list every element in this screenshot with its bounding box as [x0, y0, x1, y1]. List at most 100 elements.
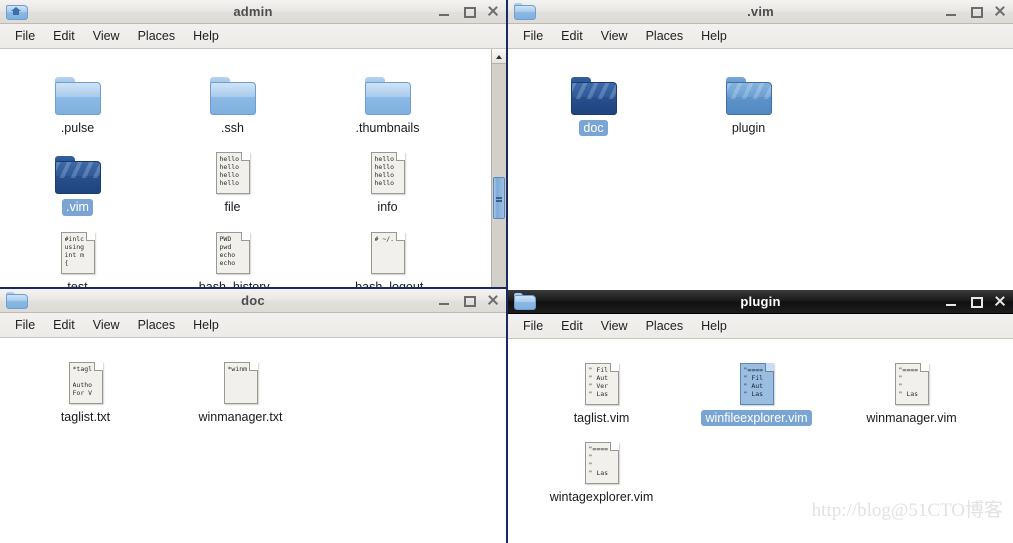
- folder-icon: [54, 77, 101, 115]
- text-file-icon: PWD pwd echo echo: [215, 231, 250, 274]
- folder-item[interactable]: plugin: [671, 57, 826, 136]
- file-preview-text: #inlc using int m {: [64, 234, 85, 267]
- file-item[interactable]: # ~/. .bash_logout: [310, 216, 465, 287]
- menu-item-view[interactable]: View: [592, 317, 637, 335]
- item-label: test: [67, 279, 88, 287]
- item-label: winfileexplorer.vim: [701, 410, 812, 427]
- menu-item-file[interactable]: File: [514, 27, 552, 45]
- menubar-doc[interactable]: File Edit View Places Help: [0, 313, 506, 338]
- file-item[interactable]: #inlc using int m { test: [0, 216, 155, 287]
- maximize-button[interactable]: [970, 296, 983, 308]
- menu-item-file[interactable]: File: [6, 27, 44, 45]
- menu-item-help[interactable]: Help: [692, 27, 736, 45]
- maximize-button[interactable]: [463, 295, 476, 307]
- file-item[interactable]: " Fil " Aut " Ver " Las taglist.vim: [524, 347, 679, 426]
- menubar-admin[interactable]: File Edit View Places Help: [0, 24, 506, 49]
- text-file-icon: "==== " " " Las: [894, 363, 929, 405]
- menu-item-file[interactable]: File: [514, 317, 552, 335]
- file-preview-text: "==== " " " Las: [898, 366, 919, 398]
- vertical-scrollbar[interactable]: [491, 49, 506, 287]
- file-item[interactable]: PWD pwd echo echo .bash_history: [155, 216, 310, 287]
- item-label: taglist.txt: [60, 410, 111, 424]
- item-icon: #inlc using int m {: [60, 224, 95, 274]
- close-button[interactable]: [487, 295, 498, 306]
- titlebar-doc[interactable]: doc: [0, 289, 506, 313]
- menu-item-edit[interactable]: Edit: [552, 27, 592, 45]
- menu-item-help[interactable]: Help: [184, 316, 228, 334]
- window-admin[interactable]: admin File Edit View Places Help .pulse.…: [0, 0, 506, 287]
- folder-icon: [364, 77, 411, 115]
- scroll-up-arrow-icon[interactable]: [492, 49, 506, 64]
- item-icon: "==== " Fil " Aut " Las: [739, 355, 774, 405]
- scrollbar-thumb[interactable]: [493, 177, 505, 219]
- close-button[interactable]: [994, 296, 1005, 307]
- folder-item[interactable]: .thumbnails: [310, 57, 465, 136]
- file-preview-text: "==== " Fil " Aut " Las: [743, 366, 764, 398]
- titlebar-admin[interactable]: admin: [0, 0, 506, 24]
- item-label: wintagexplorer.vim: [549, 490, 654, 505]
- item-label: plugin: [731, 121, 766, 135]
- titlebar-vim[interactable]: .vim: [508, 0, 1013, 24]
- titlebar-plugin[interactable]: plugin: [508, 290, 1013, 314]
- folder-item[interactable]: .pulse: [0, 57, 155, 136]
- menu-item-edit[interactable]: Edit: [44, 316, 84, 334]
- icon-grid-vim: doc plugin: [508, 49, 1013, 137]
- item-icon: *winm: [223, 354, 258, 404]
- close-button[interactable]: [487, 6, 498, 17]
- maximize-button[interactable]: [463, 6, 476, 18]
- text-file-icon: *tagl Autho For V: [68, 362, 103, 404]
- minimize-button[interactable]: [946, 296, 957, 307]
- menu-item-view[interactable]: View: [84, 27, 129, 45]
- file-preview-text: hello hello hello hello: [219, 155, 240, 188]
- text-file-icon: *winm: [223, 362, 258, 404]
- file-item[interactable]: "==== " " " Las wintagexplorer.vim: [524, 426, 679, 505]
- window-plugin[interactable]: plugin File Edit View Places Help " Fil …: [508, 290, 1013, 543]
- file-list-vim: doc plugin: [508, 49, 1013, 290]
- close-button[interactable]: [994, 6, 1005, 17]
- menubar-vim[interactable]: File Edit View Places Help: [508, 24, 1013, 49]
- maximize-button[interactable]: [970, 6, 983, 18]
- menu-item-edit[interactable]: Edit: [44, 27, 84, 45]
- file-preview-text: "==== " " " Las: [588, 445, 609, 478]
- menu-item-help[interactable]: Help: [692, 317, 736, 335]
- file-item[interactable]: hello hello hello hello file: [155, 136, 310, 215]
- menu-item-help[interactable]: Help: [184, 27, 228, 45]
- folder-icon: [514, 292, 536, 311]
- file-item[interactable]: "==== " " " Las winmanager.vim: [834, 347, 989, 426]
- minimize-button[interactable]: [946, 6, 957, 17]
- item-label: .pulse: [60, 121, 95, 135]
- menu-item-edit[interactable]: Edit: [552, 317, 592, 335]
- file-item[interactable]: *tagl Autho For V taglist.txt: [8, 346, 163, 425]
- window-doc[interactable]: doc File Edit View Places Help *tagl Aut…: [0, 289, 506, 543]
- window-title-admin: admin: [233, 4, 273, 19]
- file-list-admin: .pulse .ssh .thumbnails .vim hello hello hel…: [0, 49, 506, 287]
- folder-item[interactable]: doc: [516, 57, 671, 137]
- window-title-plugin: plugin: [740, 294, 781, 309]
- window-vim[interactable]: .vim File Edit View Places Help doc plugi…: [508, 0, 1013, 290]
- file-item[interactable]: hello hello hello hello info: [310, 136, 465, 215]
- menu-item-view[interactable]: View: [592, 27, 637, 45]
- menu-item-places[interactable]: Places: [637, 317, 693, 335]
- folder-item[interactable]: .vim: [0, 136, 155, 216]
- menu-item-file[interactable]: File: [6, 316, 44, 334]
- file-list-doc: *tagl Autho For V taglist.txt *winm winmana…: [0, 338, 506, 543]
- item-label: .vim: [62, 199, 93, 216]
- menubar-plugin[interactable]: File Edit View Places Help: [508, 314, 1013, 339]
- folder-icon: [54, 156, 101, 195]
- menu-item-view[interactable]: View: [84, 316, 129, 334]
- menu-item-places[interactable]: Places: [637, 27, 693, 45]
- folder-icon: [209, 77, 256, 115]
- minimize-button[interactable]: [439, 295, 450, 306]
- file-item[interactable]: "==== " Fil " Aut " Las winfileexplorer.v…: [679, 347, 834, 427]
- file-preview-text: " Fil " Aut " Ver " Las: [588, 366, 609, 398]
- menu-item-places[interactable]: Places: [129, 27, 185, 45]
- item-icon: [209, 65, 256, 115]
- item-icon: "==== " " " Las: [584, 434, 619, 485]
- file-item[interactable]: *winm winmanager.txt: [163, 346, 318, 425]
- folder-item[interactable]: .ssh: [155, 57, 310, 136]
- item-icon: [570, 65, 617, 115]
- menu-item-places[interactable]: Places: [129, 316, 185, 334]
- item-icon: [54, 65, 101, 115]
- folder-icon: [725, 77, 772, 115]
- minimize-button[interactable]: [439, 6, 450, 17]
